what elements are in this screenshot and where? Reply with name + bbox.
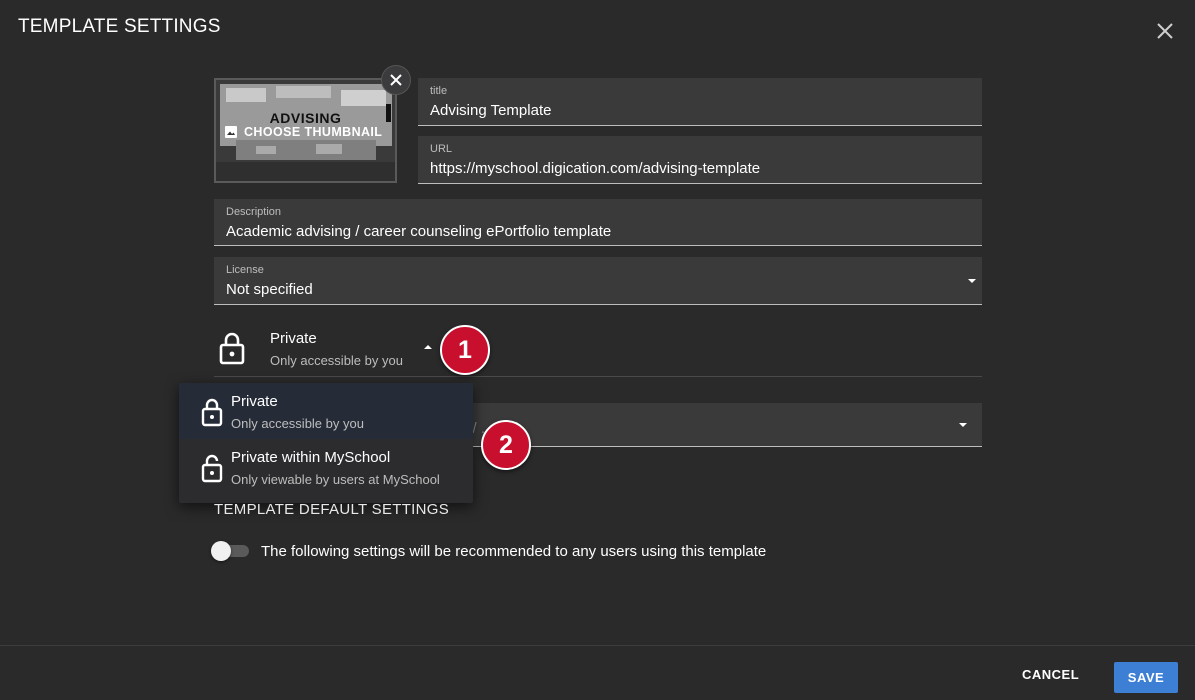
chevron-down-icon (968, 279, 976, 283)
close-icon[interactable] (1154, 20, 1176, 42)
privacy-menu: Private Only accessible by you Private w… (179, 383, 473, 503)
dialog-footer: CANCEL SAVE (0, 645, 1195, 700)
cancel-button[interactable]: CANCEL (1022, 667, 1079, 682)
lock-icon (201, 454, 223, 483)
step-badge-1: 1 (440, 325, 490, 375)
privacy-select-title: Private (270, 330, 317, 347)
menu-item-subtitle: Only accessible by you (231, 416, 364, 431)
thumbnail-picker[interactable]: ADVISING CHOOSE THUMBNAIL (214, 78, 397, 183)
toggle-knob (211, 541, 231, 561)
title-field[interactable]: title Advising Template (418, 78, 982, 126)
save-button[interactable]: SAVE (1114, 662, 1178, 693)
privacy-select[interactable]: Private Only accessible by you (214, 322, 982, 377)
image-icon (225, 126, 237, 138)
section-title-template-defaults: TEMPLATE DEFAULT SETTINGS (214, 501, 450, 518)
remove-thumbnail-button[interactable] (381, 65, 411, 95)
license-select-label: License (226, 264, 264, 276)
template-defaults-toggle-label: The following settings will be recommend… (261, 543, 767, 560)
chevron-up-icon (424, 345, 432, 349)
step-badge-2: 2 (481, 420, 531, 470)
license-select[interactable]: License Not specified (214, 257, 982, 305)
lock-icon (219, 332, 245, 365)
choose-thumbnail-label: CHOOSE THUMBNAIL (244, 125, 383, 139)
lock-icon (201, 398, 223, 427)
choose-thumbnail-button[interactable]: CHOOSE THUMBNAIL (220, 122, 386, 142)
title-field-label: title (430, 85, 448, 97)
url-field-label: URL (430, 143, 453, 155)
description-field[interactable]: Description Academic advising / career c… (214, 199, 982, 246)
description-field-label: Description (226, 206, 282, 218)
description-field-value[interactable]: Academic advising / career counseling eP… (226, 223, 611, 240)
menu-item-subtitle: Only viewable by users at MySchool (231, 472, 440, 487)
title-field-value[interactable]: Advising Template (430, 102, 551, 119)
close-icon (390, 74, 402, 86)
menu-item-private[interactable]: Private Only accessible by you (179, 383, 473, 439)
license-select-value: Not specified (226, 281, 313, 298)
template-defaults-toggle[interactable] (211, 541, 249, 561)
menu-item-title: Private (231, 393, 278, 410)
menu-item-private-within-myschool[interactable]: Private within MySchool Only viewable by… (179, 439, 473, 495)
dialog-title: TEMPLATE SETTINGS (18, 16, 221, 37)
template-settings-dialog: TEMPLATE SETTINGS ADVISING CHOOSE THUMBN… (0, 0, 1195, 700)
url-field[interactable]: URL https://myschool.digication.com/advi… (418, 136, 982, 184)
url-field-value[interactable]: https://myschool.digication.com/advising… (430, 160, 760, 177)
privacy-select-subtitle: Only accessible by you (270, 353, 403, 368)
menu-item-title: Private within MySchool (231, 449, 391, 466)
chevron-down-icon (959, 423, 967, 427)
